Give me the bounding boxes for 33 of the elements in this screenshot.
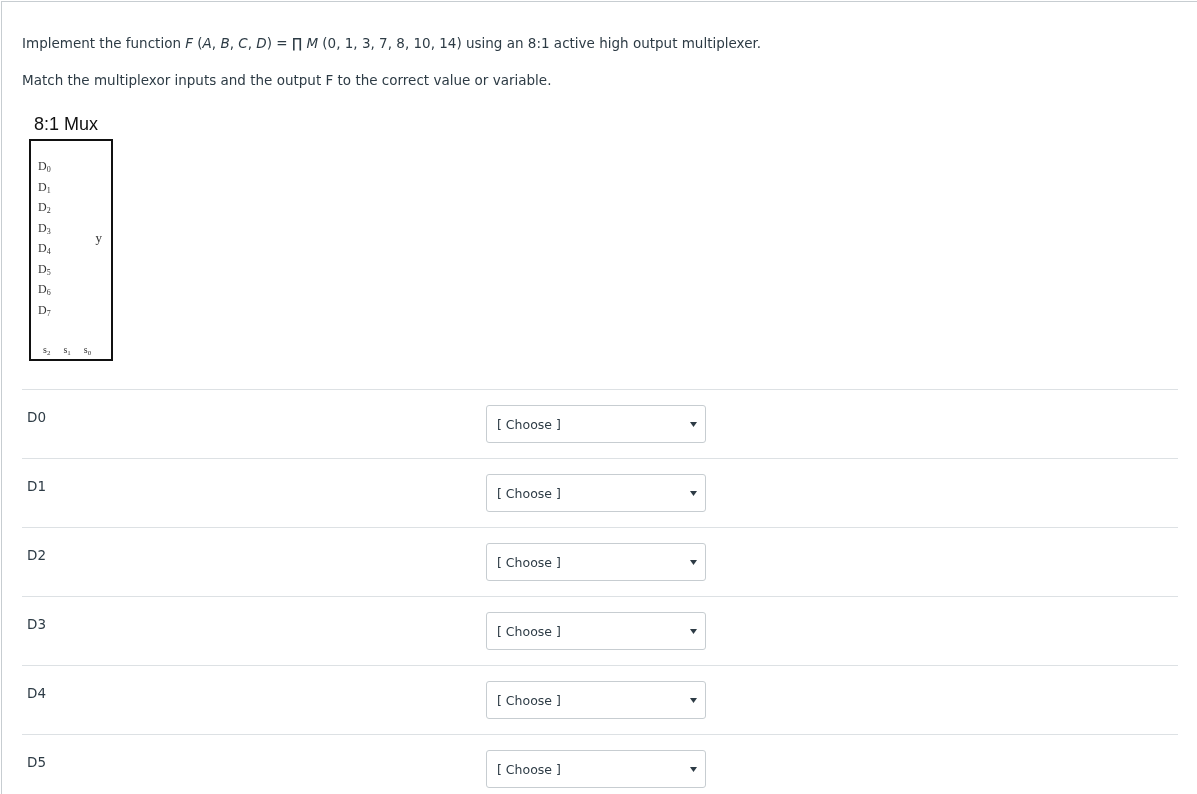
output-pin-label: y [95, 230, 102, 246]
input-pin-label: D$_{1}$ [38, 178, 51, 197]
match-label: D0 [27, 408, 46, 427]
input-pin-label: D$_{3}$ [38, 219, 51, 238]
input-pin-label: D$_{6}$ [38, 281, 51, 299]
caret-icon [690, 766, 697, 772]
input-pin-label: D$_{4}$ [38, 240, 51, 258]
choose-dropdown[interactable]: [ Choose ] [486, 750, 706, 788]
caret-icon [690, 421, 697, 427]
instruction-text: Match the multiplexor inputs and the output F to the correct value or variable. [22, 71, 552, 90]
mux-title: 8:1 Mux [34, 113, 99, 135]
choose-dropdown[interactable]: [ Choose ] [486, 543, 706, 581]
question-text: Implement the function F (A, B, C, D) = ∏ M (0, 1, 3, 7, 8, 10, 14) using an 8:1 active high output multiplexer. [22, 34, 762, 53]
match-label: D1 [27, 477, 46, 496]
select-pin-label: s$_{1}$ [63, 344, 71, 356]
match-label: D4 [27, 684, 46, 703]
input-pin-label: D$_{2}$ [38, 199, 51, 217]
match-label: D5 [27, 753, 46, 772]
choose-dropdown[interactable]: [ Choose ] [486, 681, 706, 719]
input-pin-label: D$_{7}$ [38, 301, 51, 320]
choose-dropdown[interactable]: [ Choose ] [486, 474, 706, 512]
caret-icon [690, 490, 697, 496]
select-pin-label: s$_{2}$ [43, 344, 51, 356]
input-pin-label: D$_{0}$ [38, 158, 51, 176]
caret-icon [690, 697, 697, 703]
input-pin-label: D$_{5}$ [38, 260, 51, 279]
choose-dropdown[interactable]: [ Choose ] [486, 405, 706, 443]
match-label: D2 [27, 546, 46, 565]
select-pin-label: s$_{0}$ [83, 344, 92, 356]
caret-icon [690, 559, 697, 565]
match-label: D3 [27, 615, 46, 634]
caret-icon [690, 628, 697, 634]
choose-dropdown[interactable]: [ Choose ] [486, 612, 706, 650]
